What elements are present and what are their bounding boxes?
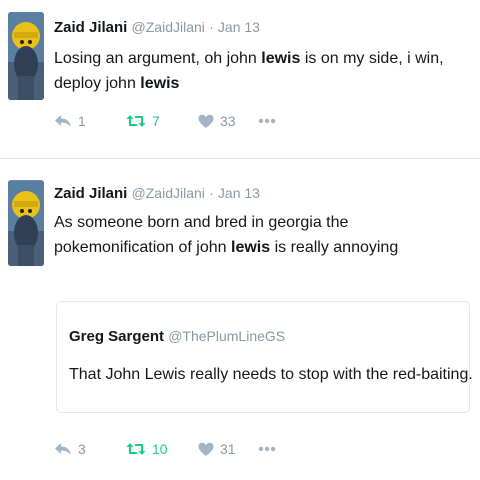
tweet-header: Zaid Jilani @ZaidJilani · Jan 13 — [54, 182, 260, 204]
reply-count: 1 — [78, 113, 86, 129]
quoted-tweet-text: That John Lewis really needs to stop wit… — [69, 366, 473, 383]
more-button[interactable] — [258, 438, 276, 460]
tweet-text-highlight: lewis — [261, 50, 301, 67]
tweet-text: Losing an argument, oh john lewis is on … — [54, 46, 464, 96]
like-count: 33 — [220, 113, 236, 129]
tweet-date[interactable]: Jan 13 — [218, 19, 260, 35]
retweet-count: 10 — [152, 441, 168, 457]
reply-button[interactable]: 3 — [54, 438, 126, 460]
avatar-image — [8, 181, 44, 266]
more-icon — [258, 118, 276, 124]
more-icon — [258, 446, 276, 452]
author-handle[interactable]: @ZaidJilani — [132, 185, 205, 201]
author-name[interactable]: Zaid Jilani — [54, 185, 127, 202]
tweet-divider — [0, 158, 480, 159]
like-count: 31 — [220, 441, 236, 457]
avatar[interactable] — [8, 180, 44, 266]
heart-icon — [198, 114, 214, 128]
author-handle[interactable]: @ZaidJilani — [132, 19, 205, 35]
tweet-actions: 3 10 31 — [54, 438, 276, 460]
author-name[interactable]: Zaid Jilani — [54, 19, 127, 36]
more-button[interactable] — [258, 110, 276, 132]
avatar-image — [8, 12, 44, 100]
tweet-date[interactable]: Jan 13 — [218, 185, 260, 201]
header-separator: · — [209, 19, 214, 35]
quoted-tweet[interactable]: Greg Sargent @ThePlumLineGS That John Le… — [56, 301, 473, 413]
reply-button[interactable]: 1 — [54, 110, 126, 132]
tweet-text-highlight: lewis — [140, 75, 180, 92]
reply-icon — [55, 443, 71, 455]
avatar[interactable] — [8, 12, 44, 100]
tweet[interactable]: Zaid Jilani @ZaidJilani · Jan 13 As some… — [0, 166, 480, 480]
tweet-text-part: Losing an argument, oh john — [54, 50, 262, 67]
tweet-text: As someone born and bred in georgia the … — [54, 210, 464, 260]
reply-icon — [55, 115, 71, 127]
tweet-text-part: is really annoying — [270, 239, 399, 256]
tweet-feed: Zaid Jilani @ZaidJilani · Jan 13 Losing … — [0, 0, 480, 480]
header-separator: · — [209, 185, 214, 201]
heart-icon — [198, 442, 214, 456]
tweet-text-highlight: lewis — [231, 239, 271, 256]
reply-count: 3 — [78, 441, 86, 457]
quoted-author-handle[interactable]: @ThePlumLineGS — [168, 328, 285, 344]
retweet-count: 7 — [152, 113, 160, 129]
quoted-author-name[interactable]: Greg Sargent — [69, 328, 164, 345]
retweet-icon — [126, 443, 146, 455]
retweet-button[interactable]: 7 — [126, 110, 198, 132]
retweet-icon — [126, 115, 146, 127]
tweet[interactable]: Zaid Jilani @ZaidJilani · Jan 13 Losing … — [0, 0, 480, 158]
like-button[interactable]: 31 — [198, 438, 258, 460]
like-button[interactable]: 33 — [198, 110, 258, 132]
tweet-header: Zaid Jilani @ZaidJilani · Jan 13 — [54, 16, 260, 38]
quoted-tweet-header: Greg Sargent @ThePlumLineGS — [69, 328, 285, 345]
tweet-actions: 1 7 33 — [54, 110, 276, 132]
retweet-button[interactable]: 10 — [126, 438, 198, 460]
